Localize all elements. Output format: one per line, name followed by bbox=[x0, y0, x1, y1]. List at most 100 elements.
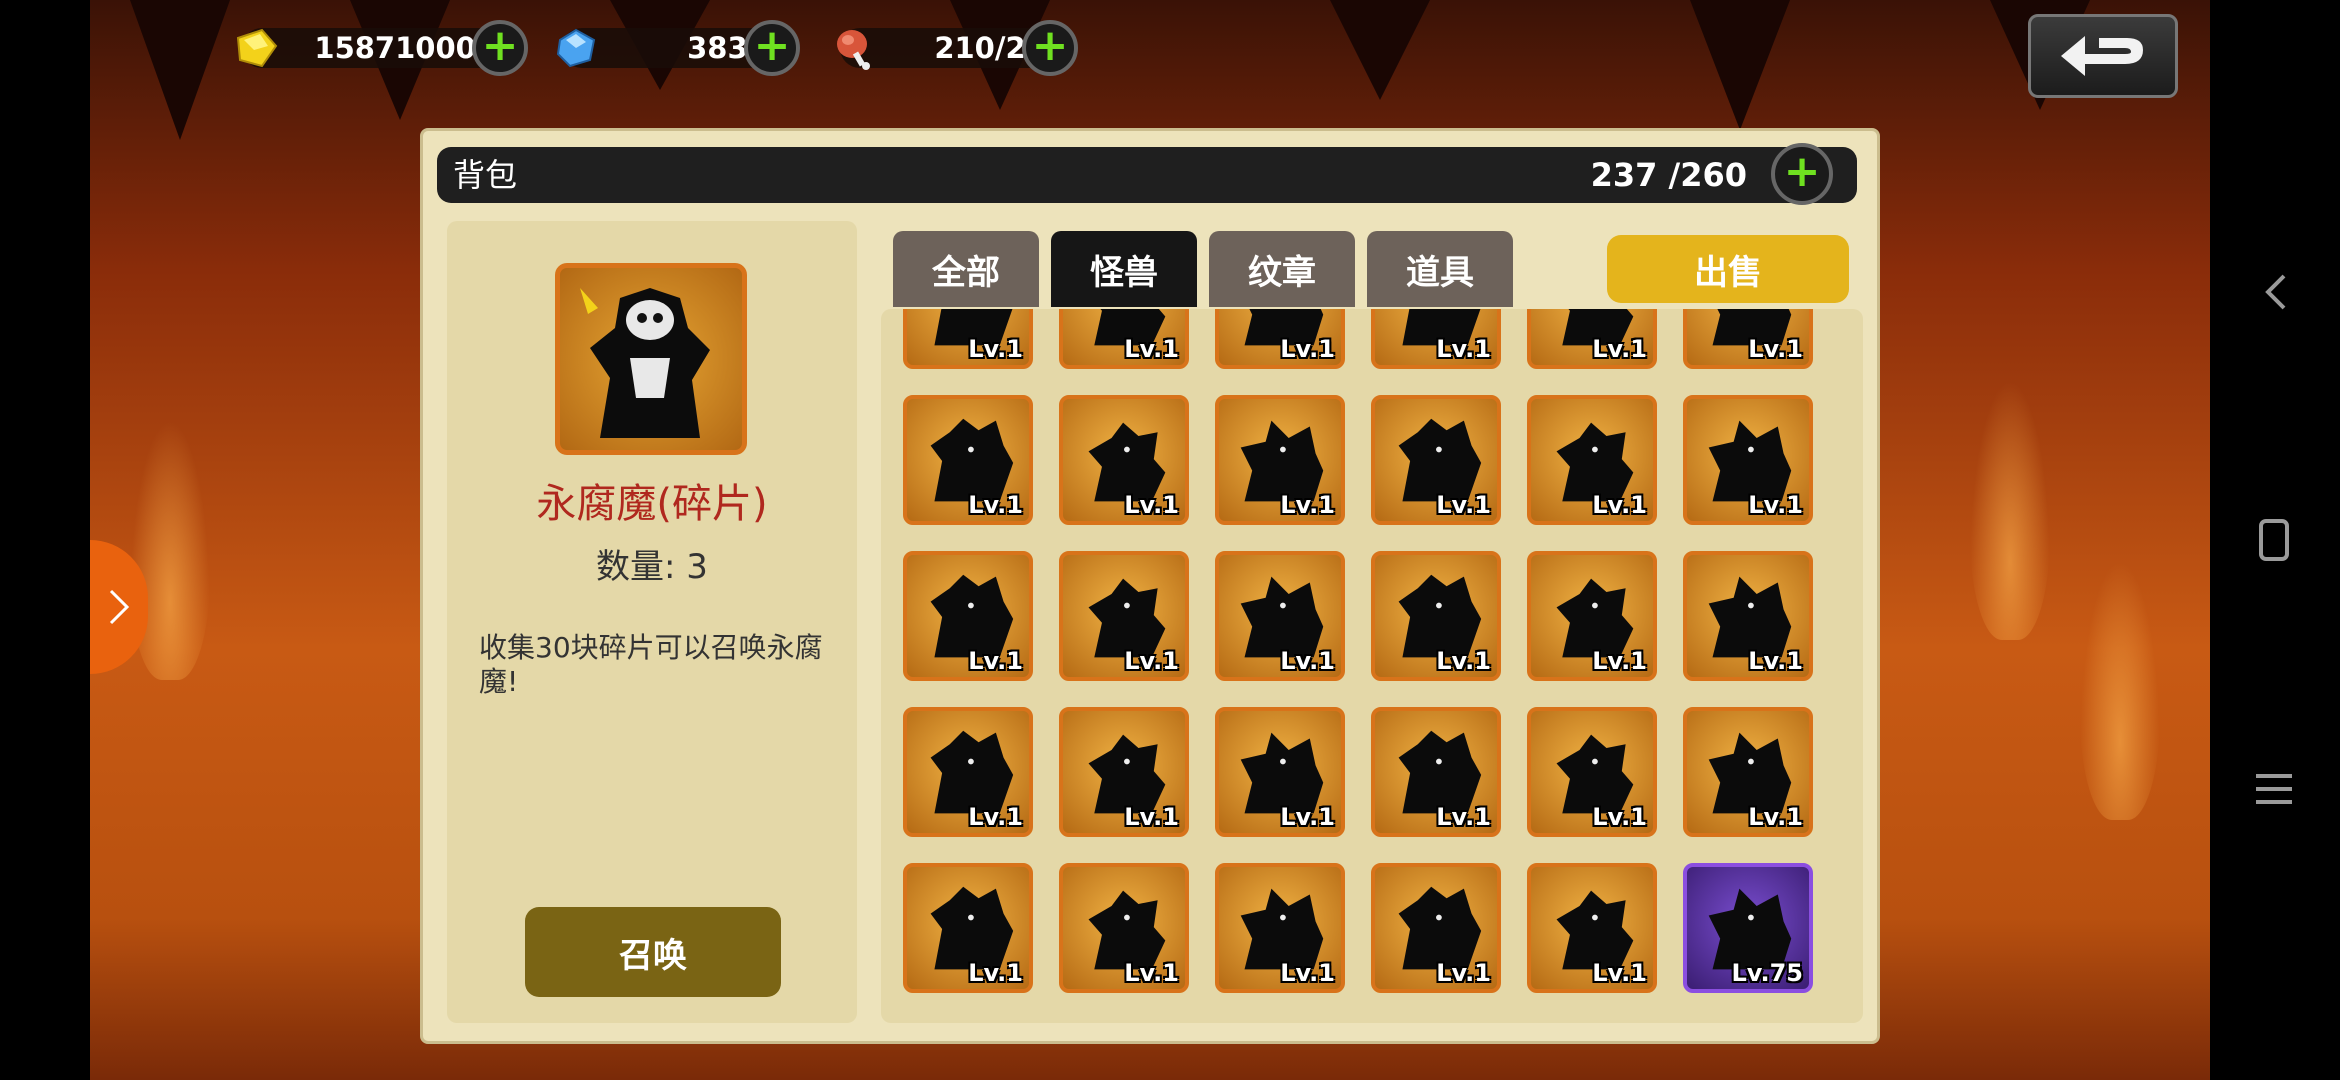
monster-level: Lv.1 bbox=[1436, 803, 1491, 831]
add-gold-button[interactable]: + bbox=[472, 20, 528, 76]
meat-icon bbox=[837, 30, 870, 70]
tab-items[interactable]: 道具 bbox=[1367, 231, 1513, 307]
monster-slot[interactable]: Lv.1 bbox=[1215, 309, 1345, 369]
monster-slot[interactable]: Lv.1 bbox=[1215, 707, 1345, 837]
monster-slot[interactable]: Lv.1 bbox=[1371, 395, 1501, 525]
item-description: 收集30块碎片可以召唤永腐魔! bbox=[479, 631, 823, 698]
tab-emblems[interactable]: 纹章 bbox=[1209, 231, 1355, 307]
monster-slot[interactable]: Lv.1 bbox=[1059, 551, 1189, 681]
chevron-left-icon[interactable] bbox=[2262, 272, 2288, 312]
monster-level: Lv.1 bbox=[1124, 647, 1179, 675]
monster-level: Lv.1 bbox=[1748, 491, 1803, 519]
monster-slot[interactable]: Lv.1 bbox=[1527, 863, 1657, 993]
monster-level: Lv.75 bbox=[1731, 959, 1804, 987]
monster-slot[interactable]: Lv.1 bbox=[1683, 395, 1813, 525]
monster-level: Lv.1 bbox=[1280, 959, 1335, 987]
item-name: 永腐魔(碎片) bbox=[536, 481, 768, 527]
monster-level: Lv.1 bbox=[1592, 803, 1647, 831]
food-counter: 210/200 + bbox=[830, 20, 1090, 76]
monster-slot[interactable]: Lv.1 bbox=[1215, 551, 1345, 681]
monster-slot[interactable]: Lv.1 bbox=[1527, 707, 1657, 837]
gold-counter: 158710005 + bbox=[232, 20, 532, 76]
monster-slot[interactable]: Lv.1 bbox=[903, 707, 1033, 837]
monster-slot[interactable]: Lv.1 bbox=[903, 395, 1033, 525]
monster-slot[interactable]: Lv.1 bbox=[1683, 309, 1813, 369]
expand-capacity-button[interactable]: + bbox=[1771, 143, 1833, 205]
monster-level: Lv.1 bbox=[1748, 647, 1803, 675]
gold-gem-icon bbox=[236, 28, 278, 68]
monster-slot[interactable]: Lv.1 bbox=[1683, 707, 1813, 837]
monster-level: Lv.1 bbox=[1592, 647, 1647, 675]
monster-slot[interactable]: Lv.1 bbox=[1059, 707, 1189, 837]
monster-slot[interactable]: Lv.1 bbox=[1527, 309, 1657, 369]
blue-crystal-icon bbox=[556, 28, 596, 68]
monster-slot[interactable]: Lv.75 bbox=[1683, 863, 1813, 993]
monster-level: Lv.1 bbox=[1124, 335, 1179, 363]
item-detail-panel: 永腐魔(碎片) 数量: 3 收集30块碎片可以召唤永腐魔! 召唤 bbox=[447, 221, 857, 1023]
monster-silhouette-icon bbox=[580, 288, 710, 438]
inventory-capacity: 237 /260 bbox=[1590, 156, 1747, 194]
monster-slot[interactable]: Lv.1 bbox=[1371, 863, 1501, 993]
monster-level: Lv.1 bbox=[1280, 647, 1335, 675]
monster-slot[interactable]: Lv.1 bbox=[1371, 707, 1501, 837]
monster-level: Lv.1 bbox=[1592, 959, 1647, 987]
monster-level: Lv.1 bbox=[968, 803, 1023, 831]
monster-level: Lv.1 bbox=[1280, 491, 1335, 519]
monster-slot[interactable]: Lv.1 bbox=[1527, 395, 1657, 525]
monster-level: Lv.1 bbox=[1436, 647, 1491, 675]
monster-level: Lv.1 bbox=[1748, 335, 1803, 363]
monster-slot[interactable]: Lv.1 bbox=[1683, 551, 1813, 681]
monster-level: Lv.1 bbox=[1280, 803, 1335, 831]
monster-level: Lv.1 bbox=[968, 491, 1023, 519]
stalactite bbox=[1330, 0, 1430, 100]
monster-level: Lv.1 bbox=[1124, 803, 1179, 831]
flame-decoration bbox=[1970, 380, 2050, 640]
monster-level: Lv.1 bbox=[1124, 959, 1179, 987]
monster-slot[interactable]: Lv.1 bbox=[903, 863, 1033, 993]
monster-slot[interactable]: Lv.1 bbox=[1527, 551, 1657, 681]
flame-decoration bbox=[2080, 560, 2160, 820]
sell-button[interactable]: 出售 bbox=[1607, 235, 1849, 303]
add-gems-button[interactable]: + bbox=[744, 20, 800, 76]
tab-monsters[interactable]: 怪兽 bbox=[1051, 231, 1197, 307]
monster-slot[interactable]: Lv.1 bbox=[903, 551, 1033, 681]
monster-level: Lv.1 bbox=[1436, 491, 1491, 519]
panel-title: 背包 bbox=[453, 156, 518, 194]
stalactite bbox=[130, 0, 230, 140]
plus-icon: + bbox=[1031, 20, 1069, 71]
plus-icon: + bbox=[481, 20, 519, 71]
gem-counter: 38323 + bbox=[552, 20, 812, 76]
monster-slot[interactable]: Lv.1 bbox=[1059, 309, 1189, 369]
monster-level: Lv.1 bbox=[968, 647, 1023, 675]
chevron-right-icon bbox=[109, 589, 130, 625]
grid-container: Lv.1 Lv.1 Lv.1 Lv.1 Lv.1 Lv.1 Lv.1 Lv.1 Lv.1 Lv.1… bbox=[881, 309, 1863, 1023]
add-food-button[interactable]: + bbox=[1022, 20, 1078, 76]
monster-slot[interactable]: Lv.1 bbox=[1059, 395, 1189, 525]
monster-level: Lv.1 bbox=[1592, 335, 1647, 363]
menu-icon[interactable] bbox=[2256, 772, 2292, 806]
panel-header: 背包 237 /260 bbox=[437, 147, 1857, 203]
monster-slot[interactable]: Lv.1 bbox=[1371, 309, 1501, 369]
monster-slot[interactable]: Lv.1 bbox=[903, 309, 1033, 369]
stalactite bbox=[1690, 0, 1790, 130]
monster-level: Lv.1 bbox=[1592, 491, 1647, 519]
monster-slot[interactable]: Lv.1 bbox=[1059, 863, 1189, 993]
monster-level: Lv.1 bbox=[968, 959, 1023, 987]
gold-value: 158710005 bbox=[314, 31, 496, 65]
tab-all[interactable]: 全部 bbox=[893, 231, 1039, 307]
item-preview bbox=[555, 263, 747, 455]
back-button[interactable] bbox=[2028, 14, 2178, 98]
monster-slot[interactable]: Lv.1 bbox=[1215, 863, 1345, 993]
inventory-grid[interactable]: Lv.1 Lv.1 Lv.1 Lv.1 Lv.1 Lv.1 Lv.1 Lv.1 Lv.1 Lv.1… bbox=[881, 309, 1863, 1023]
monster-slot[interactable]: Lv.1 bbox=[1215, 395, 1345, 525]
monster-level: Lv.1 bbox=[1748, 803, 1803, 831]
inventory-panel: 背包 237 /260 + 永腐魔(碎片) 数量: 3 收集30块碎片可以召唤永… bbox=[420, 128, 1880, 1044]
monster-level: Lv.1 bbox=[1124, 491, 1179, 519]
monster-slot[interactable]: Lv.1 bbox=[1371, 551, 1501, 681]
monster-level: Lv.1 bbox=[1436, 959, 1491, 987]
plus-icon: + bbox=[1783, 146, 1821, 197]
monster-level: Lv.1 bbox=[968, 335, 1023, 363]
square-icon[interactable] bbox=[2258, 518, 2290, 562]
summon-button[interactable]: 召唤 bbox=[525, 907, 781, 997]
plus-icon: + bbox=[753, 20, 791, 71]
